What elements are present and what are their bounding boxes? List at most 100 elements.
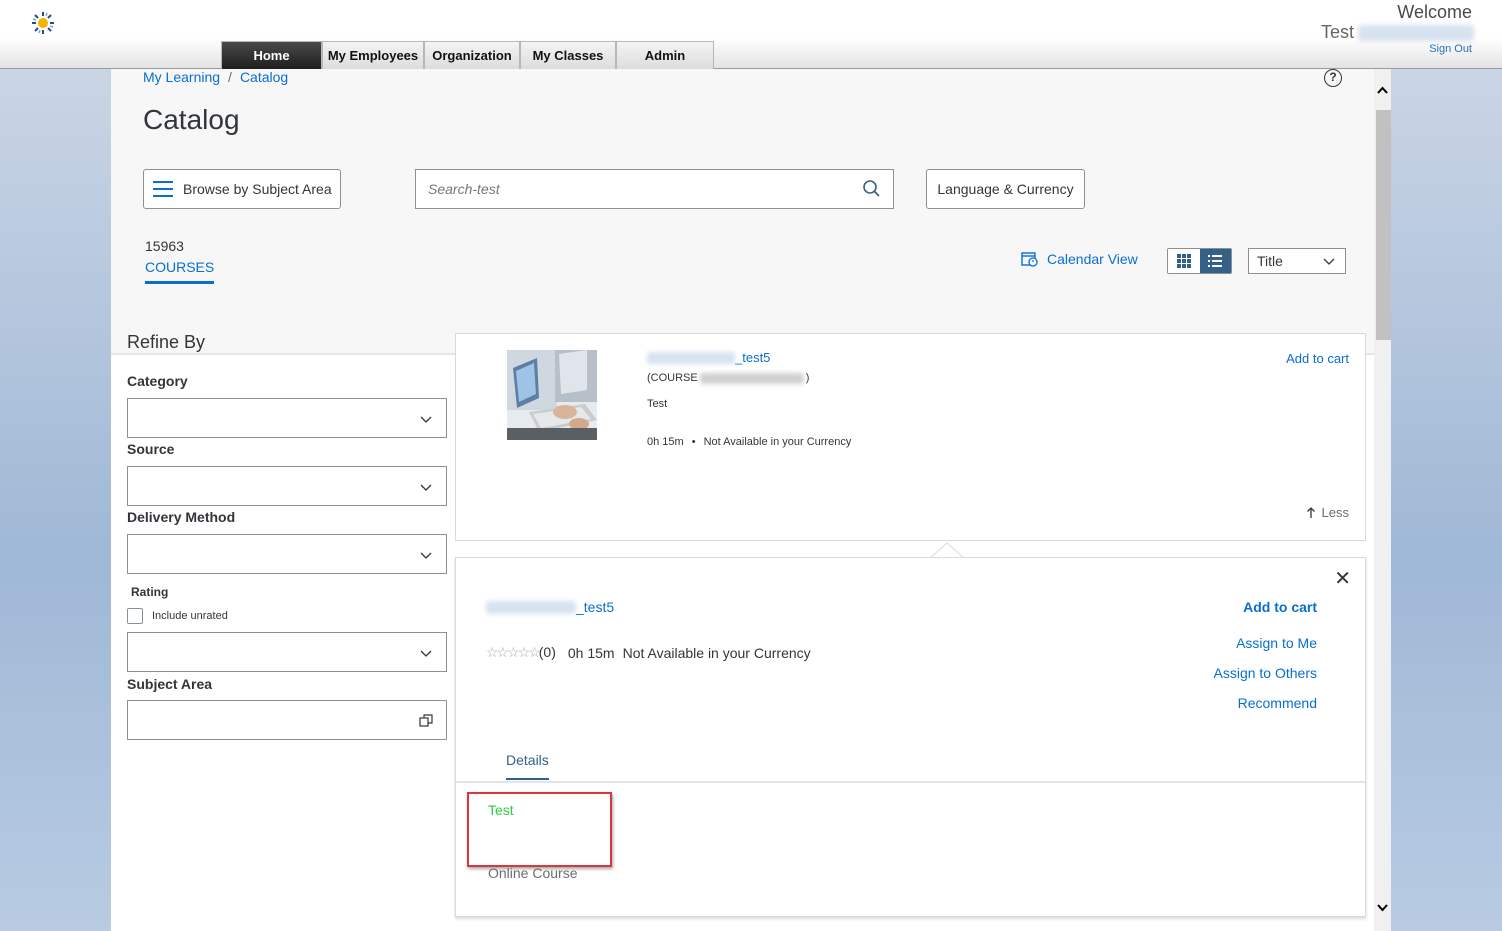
calendar-icon xyxy=(1021,252,1038,267)
tab-details[interactable]: Details xyxy=(506,752,549,780)
course-meta: 0h 15m • Not Available in your Currency xyxy=(647,436,851,448)
detail-actions: Add to cart Assign to Me Assign to Other… xyxy=(1214,599,1318,725)
breadcrumb-separator: / xyxy=(228,69,232,85)
calendar-view-link[interactable]: Calendar View xyxy=(1021,251,1138,267)
breadcrumb-catalog[interactable]: Catalog xyxy=(240,69,288,85)
welcome-text: Welcome xyxy=(1397,2,1472,22)
redacted-course-id xyxy=(486,600,576,614)
search-icon[interactable] xyxy=(857,174,887,204)
chevron-down-icon xyxy=(420,552,432,559)
include-unrated-label: Include unrated xyxy=(152,610,228,622)
breadcrumb: My Learning / Catalog xyxy=(143,69,288,85)
nav-tab-my-classes[interactable]: My Classes xyxy=(520,41,616,69)
course-card: _test5 (COURSE ) Test 0h 15m • Not Avail… xyxy=(455,333,1366,541)
rating-count: (0) xyxy=(538,644,556,660)
rating-select[interactable] xyxy=(127,632,447,672)
detail-course-title-link[interactable]: _test5 xyxy=(486,599,614,615)
assign-to-others-link[interactable]: Assign to Others xyxy=(1214,665,1318,681)
value-help-icon[interactable] xyxy=(418,713,434,729)
course-detail-popover: ✕ _test5 ☆☆☆☆☆(0) 0h 15m Not Available i… xyxy=(455,557,1366,917)
recommend-link[interactable]: Recommend xyxy=(1214,695,1317,711)
course-title-suffix: _test5 xyxy=(735,350,771,365)
chevron-down-icon xyxy=(1323,258,1335,265)
scroll-down-icon[interactable] xyxy=(1374,901,1391,915)
redacted-name xyxy=(1358,24,1474,41)
arrow-up-icon xyxy=(1306,506,1315,518)
detail-tabbar: Details xyxy=(456,743,1365,783)
detail-add-to-cart-link[interactable]: Add to cart xyxy=(1214,599,1317,615)
sign-out-link[interactable]: Sign Out xyxy=(1429,43,1472,55)
course-thumbnail xyxy=(507,350,597,440)
add-to-cart-link[interactable]: Add to cart xyxy=(1286,351,1349,366)
nav-tab-admin[interactable]: Admin xyxy=(616,41,714,69)
hamburger-icon xyxy=(153,181,173,197)
highlight-box xyxy=(467,792,612,867)
nav-tab-my-employees[interactable]: My Employees xyxy=(322,41,424,69)
include-unrated-checkbox[interactable] xyxy=(127,608,143,624)
scroll-thumb[interactable] xyxy=(1376,110,1391,340)
chevron-down-icon xyxy=(420,416,432,423)
detail-availability: Not Available in your Currency xyxy=(622,644,811,661)
course-title-link[interactable]: _test5 xyxy=(647,350,770,365)
catalog-header-area: My Learning / Catalog ? Catalog Browse b… xyxy=(111,69,1374,355)
course-code-prefix: (COURSE xyxy=(647,372,698,384)
grid-icon xyxy=(1176,254,1191,268)
course-description: Test xyxy=(647,398,668,410)
category-select[interactable] xyxy=(127,398,447,438)
detail-title-suffix: _test5 xyxy=(576,599,615,615)
sunburst-logo xyxy=(32,12,54,34)
course-code: (COURSE ) xyxy=(647,372,809,384)
redacted-course-id xyxy=(647,351,735,364)
course-code-suffix: ) xyxy=(805,372,810,384)
view-toggle xyxy=(1167,248,1232,274)
course-availability: Not Available in your Currency xyxy=(703,436,852,448)
search-input[interactable] xyxy=(416,171,857,207)
refine-title: Refine By xyxy=(127,332,206,352)
chevron-down-icon xyxy=(420,650,432,657)
breadcrumb-my-learning[interactable]: My Learning xyxy=(143,69,220,85)
redacted-code xyxy=(699,372,804,384)
language-currency-button[interactable]: Language & Currency xyxy=(926,169,1085,209)
scroll-up-icon[interactable] xyxy=(1374,83,1391,97)
source-label: Source xyxy=(127,441,175,457)
detail-duration: 0h 15m xyxy=(567,644,615,661)
category-label: Category xyxy=(127,373,188,389)
nav-tab-home[interactable]: Home xyxy=(221,41,322,69)
main-nav: Home My Employees Organization My Classe… xyxy=(221,41,714,69)
calendar-view-label: Calendar View xyxy=(1047,251,1138,267)
course-count: 15963 xyxy=(145,238,184,254)
search-box xyxy=(415,169,894,209)
detail-meta: ☆☆☆☆☆(0) 0h 15m Not Available in your Cu… xyxy=(486,644,811,661)
subject-area-label: Subject Area xyxy=(127,676,213,692)
nav-tab-organization[interactable]: Organization xyxy=(424,41,520,69)
course-duration: 0h 15m xyxy=(647,436,684,448)
list-view-button[interactable] xyxy=(1199,249,1231,273)
show-less-link[interactable]: Less xyxy=(1306,505,1349,520)
chevron-down-icon xyxy=(420,484,432,491)
list-icon xyxy=(1208,255,1223,267)
page-title: Catalog xyxy=(143,104,240,135)
scrollbar[interactable] xyxy=(1374,69,1391,931)
subject-area-input[interactable] xyxy=(127,700,447,740)
delivery-method-label: Delivery Method xyxy=(127,509,236,525)
close-icon[interactable]: ✕ xyxy=(1334,566,1351,591)
top-header: Home My Employees Organization My Classe… xyxy=(0,0,1502,69)
help-icon[interactable]: ? xyxy=(1324,69,1342,87)
rating-label: Rating xyxy=(131,585,169,599)
grid-view-button[interactable] xyxy=(1168,249,1200,273)
meta-bullet: • xyxy=(691,436,696,448)
delivery-method-select[interactable] xyxy=(127,534,447,574)
user-name: Test xyxy=(1321,22,1474,43)
browse-subject-label: Browse by Subject Area xyxy=(183,181,332,197)
source-select[interactable] xyxy=(127,466,447,506)
sort-select[interactable]: Title xyxy=(1248,248,1346,274)
rating-stars-icon: ☆☆☆☆☆(0) xyxy=(486,644,556,660)
user-first-name: Test xyxy=(1320,22,1354,42)
show-less-label: Less xyxy=(1321,505,1349,520)
include-unrated-row: Include unrated xyxy=(127,608,228,624)
browse-subject-button[interactable]: Browse by Subject Area xyxy=(143,169,341,209)
assign-to-me-link[interactable]: Assign to Me xyxy=(1214,635,1317,651)
delivery-type: Online Course xyxy=(488,865,578,881)
main-panel: My Learning / Catalog ? Catalog Browse b… xyxy=(111,69,1391,931)
tab-courses[interactable]: COURSES xyxy=(145,259,215,284)
